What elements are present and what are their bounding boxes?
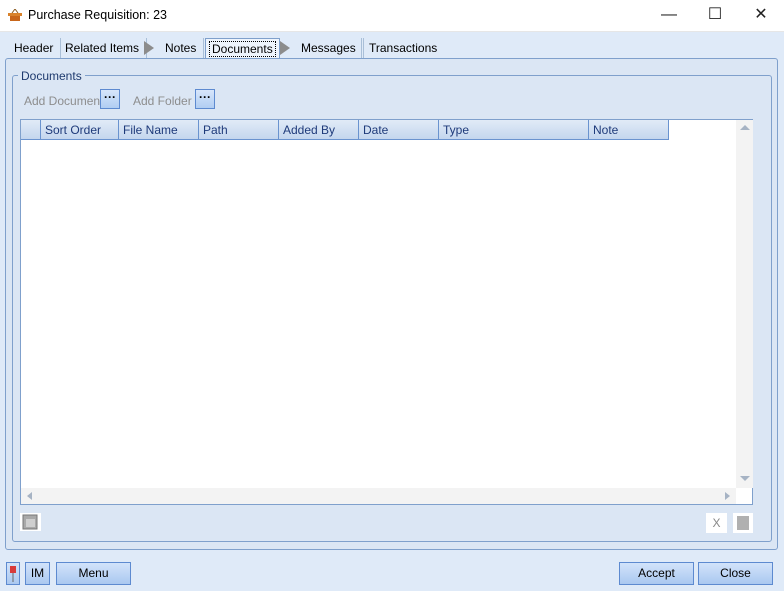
document-icon[interactable] xyxy=(733,513,753,533)
close-window-button[interactable]: ✕ xyxy=(738,0,784,32)
tab-notes[interactable]: Notes xyxy=(158,38,205,59)
maximize-button[interactable]: ☐ xyxy=(692,0,738,32)
arrow-icon xyxy=(280,41,290,55)
title-bar: Purchase Requisition: 23 — ☐ ✕ xyxy=(0,0,784,32)
close-button[interactable]: Close xyxy=(698,562,773,585)
column-path[interactable]: Path xyxy=(198,120,278,139)
column-file-name[interactable]: File Name xyxy=(118,120,198,139)
column-type[interactable]: Type xyxy=(438,120,588,139)
tab-related-items[interactable]: Related Items xyxy=(58,38,148,59)
scroll-up-icon[interactable] xyxy=(740,125,750,130)
open-folder-icon[interactable] xyxy=(20,513,41,531)
accept-button[interactable]: Accept xyxy=(619,562,694,585)
scroll-down-icon[interactable] xyxy=(740,476,750,481)
menu-button[interactable]: Menu xyxy=(56,562,131,585)
tab-header[interactable]: Header xyxy=(7,38,62,59)
pin-button[interactable] xyxy=(6,562,20,585)
add-document-button[interactable]: ··· xyxy=(100,89,120,109)
column-added-by[interactable]: Added By xyxy=(278,120,358,139)
add-folder-label: Add Folder xyxy=(133,94,192,108)
window-title: Purchase Requisition: 23 xyxy=(28,8,167,22)
add-document-label: Add Document xyxy=(24,94,104,108)
horizontal-scrollbar[interactable] xyxy=(21,488,736,504)
scroll-left-icon[interactable] xyxy=(27,492,32,500)
add-folder-button[interactable]: ··· xyxy=(195,89,215,109)
column-date[interactable]: Date xyxy=(358,120,438,139)
tab-messages[interactable]: Messages xyxy=(294,38,364,59)
tab-documents[interactable]: Documents xyxy=(205,38,280,59)
minimize-button[interactable]: — xyxy=(646,0,692,32)
grid-header: Sort Order File Name Path Added By Date … xyxy=(21,120,669,140)
pin-icon xyxy=(10,566,16,582)
im-button[interactable]: IM xyxy=(25,562,50,585)
tab-transactions[interactable]: Transactions xyxy=(361,38,444,59)
scroll-right-icon[interactable] xyxy=(725,492,730,500)
delete-button[interactable]: X xyxy=(706,513,727,533)
documents-grid[interactable]: Sort Order File Name Path Added By Date … xyxy=(20,119,753,505)
column-sort-order[interactable]: Sort Order xyxy=(40,120,118,139)
basket-icon xyxy=(8,8,22,21)
vertical-scrollbar[interactable] xyxy=(736,120,753,488)
tab-documents-label: Documents xyxy=(209,41,276,57)
arrow-icon xyxy=(144,41,154,55)
column-note[interactable]: Note xyxy=(588,120,668,139)
group-label: Documents xyxy=(18,69,85,83)
